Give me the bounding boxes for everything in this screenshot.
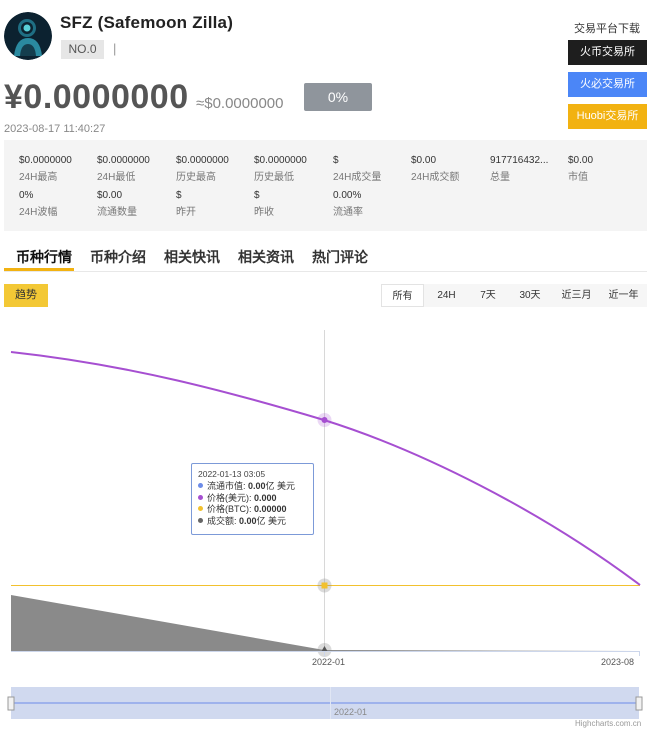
range-selector: 所有 24H 7天 30天 近三月 近一年 — [381, 284, 647, 307]
tooltip-label: 成交额: — [207, 515, 240, 526]
stat-yesterday-close: $ 昨收 — [254, 190, 330, 218]
tooltip-row-price-usd: 价格(美元): 0.000 — [198, 493, 307, 505]
stat-value: $ — [333, 155, 339, 166]
tooltip-value: 0.00000 — [254, 504, 287, 514]
tab-intro[interactable]: 币种介绍 — [90, 247, 146, 267]
stat-value: $0.0000000 — [97, 155, 150, 166]
tooltip-date: 2022-01-13 03:05 — [198, 469, 266, 479]
chart-tooltip: 2022-01-13 03:05 流通市值: 0.00亿 美元 价格(美元): … — [191, 463, 314, 535]
stat-label: 24H成交额 — [411, 172, 460, 183]
stats-panel: $0.0000000 24H最高 $0.0000000 24H最低 $0.00000… — [4, 140, 647, 231]
coin-logo — [4, 12, 52, 60]
stat-value: $ — [176, 190, 182, 201]
series-dot-icon — [198, 494, 203, 500]
chart-credits[interactable]: Highcharts.com.cn — [575, 719, 641, 728]
tooltip-row-price-btc: 价格(BTC): 0.00000 — [198, 504, 307, 516]
navigator-handle-right[interactable] — [635, 696, 643, 711]
series-dot-icon — [198, 506, 203, 511]
stat-24h-turnover: $0.00 24H成交额 — [411, 155, 487, 183]
x-tick-label-2023: 2023-08 — [601, 657, 635, 667]
download-title: 交易平台下载 — [574, 23, 640, 35]
range-30d[interactable]: 30天 — [507, 284, 553, 307]
series-dot-icon — [198, 517, 203, 523]
range-24h[interactable]: 24H — [424, 284, 469, 307]
exchange-button-huobi[interactable]: 火币交易所 — [568, 40, 647, 65]
price-usd-line — [10, 351, 641, 586]
stat-label: 历史最高 — [176, 172, 216, 183]
marker-usd — [321, 417, 328, 423]
stat-value: 0% — [19, 190, 34, 201]
stat-total-supply: 917716432... 总量 — [490, 155, 550, 183]
range-1y[interactable]: 近一年 — [600, 284, 647, 307]
rank-badge: NO.0 — [61, 40, 104, 59]
stat-value: $ — [254, 190, 260, 201]
stat-24h-high: $0.0000000 24H最高 — [19, 155, 95, 183]
tab-market[interactable]: 币种行情 — [16, 247, 72, 267]
exchange-button-huobi-2[interactable]: 火必交易所 — [568, 72, 647, 97]
stat-market-cap: $0.00 市值 — [568, 155, 644, 183]
stat-label: 24H成交量 — [333, 172, 382, 183]
marker-btc — [321, 582, 328, 589]
tooltip-value: 0.00 — [239, 515, 257, 526]
tooltip-unit: 亿 美元 — [256, 515, 287, 526]
tab-flash-news[interactable]: 相关快讯 — [164, 247, 220, 267]
tooltip-value: 0.00 — [248, 481, 266, 491]
stat-value: $0.0000000 — [176, 155, 229, 166]
tooltip-label: 流通市值: — [207, 481, 249, 491]
stat-label: 流通率 — [333, 207, 363, 218]
stat-ath: $0.0000000 历史最高 — [176, 155, 252, 183]
tooltip-unit: 亿 美元 — [265, 481, 296, 491]
stat-label: 24H最高 — [19, 172, 58, 183]
tab-related-news[interactable]: 相关资讯 — [238, 247, 294, 267]
stat-24h-low: $0.0000000 24H最低 — [97, 155, 173, 183]
stat-label: 流通数量 — [97, 207, 137, 218]
stat-value: $0.00 — [568, 155, 594, 166]
exchange-button-huobi-global[interactable]: Huobi交易所 — [568, 104, 647, 129]
stat-circulating: $0.00 流通数量 — [97, 190, 173, 218]
stat-label: 历史最低 — [254, 172, 294, 183]
stat-value: 917716432... — [490, 155, 549, 166]
stat-value: $0.0000000 — [19, 155, 72, 166]
stat-yesterday-open: $ 昨开 — [176, 190, 252, 218]
stat-label: 总量 — [490, 172, 510, 183]
title-separator: | — [113, 41, 117, 56]
tooltip-value: 0.000 — [254, 492, 277, 503]
price-cny: ¥0.0000000 — [4, 78, 189, 116]
stat-value: $0.00 — [97, 190, 123, 201]
tabs-divider — [4, 271, 647, 272]
stat-label: 昨收 — [254, 207, 274, 218]
series-dot-icon — [198, 483, 203, 488]
stat-24h-volume: $24H成交量 — [333, 155, 409, 183]
range-3m[interactable]: 近三月 — [553, 284, 600, 307]
stat-value: 0.00% — [333, 190, 362, 201]
price-usd: ≈$0.0000000 — [196, 95, 284, 112]
tooltip-label: 价格(BTC): — [207, 504, 254, 514]
stat-value: $0.00 — [411, 155, 437, 166]
change-badge: 0% — [304, 83, 372, 111]
update-timestamp: 2023-08-17 11:40:27 — [4, 123, 106, 135]
volume-area — [11, 595, 640, 651]
stat-circulation-rate: 0.00% 流通率 — [333, 190, 409, 218]
trend-button[interactable]: 趋势 — [4, 284, 48, 307]
tooltip-row-volume: 成交额: 0.00亿 美元 — [198, 516, 307, 528]
range-all[interactable]: 所有 — [381, 284, 424, 307]
stat-value: $0.0000000 — [254, 155, 307, 166]
stat-label: 24H最低 — [97, 172, 136, 183]
range-7d[interactable]: 7天 — [469, 284, 507, 307]
navigator-handle-left[interactable] — [7, 696, 15, 711]
stat-atl: $0.0000000 历史最低 — [254, 155, 330, 183]
tooltip-row-market-cap: 流通市值: 0.00亿 美元 — [198, 481, 307, 493]
tab-hot-comments[interactable]: 热门评论 — [312, 247, 368, 267]
stat-24h-range: 0% 24H波幅 — [19, 190, 95, 218]
tooltip-label: 价格(美元): — [207, 492, 254, 503]
coin-title: SFZ (Safemoon Zilla) — [60, 13, 234, 32]
x-tick-label-2022: 2022-01 — [312, 657, 346, 667]
stat-label: 市值 — [568, 172, 588, 183]
stat-label: 昨开 — [176, 207, 196, 218]
stat-label: 24H波幅 — [19, 207, 58, 218]
navigator-label: 2022-01 — [334, 707, 368, 717]
